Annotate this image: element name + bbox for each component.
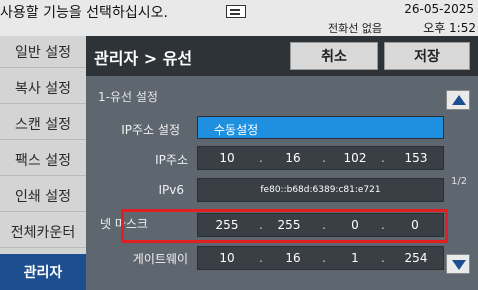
- phone-line-status: 전화선 없음: [328, 22, 383, 35]
- section-title: 1-유선 설정: [98, 90, 158, 104]
- gateway-label: 게이트웨이: [132, 252, 188, 266]
- ip-address-segment[interactable]: 153: [398, 151, 434, 165]
- sidebar-item-copy[interactable]: 복사 설정: [0, 72, 86, 104]
- gateway-segment[interactable]: 254: [398, 251, 434, 265]
- separator-dot: .: [259, 151, 263, 165]
- status-message: 사용할 기능을 선택하십시오.: [0, 5, 168, 21]
- document-queue-icon[interactable]: [226, 5, 246, 18]
- sidebar-item-counter[interactable]: 전체카운터: [0, 216, 86, 248]
- gateway-segment[interactable]: 16: [278, 251, 308, 265]
- sidebar-item-scan[interactable]: 스캔 설정: [0, 108, 86, 140]
- date-display: 26-05-2025: [404, 2, 474, 16]
- ip-address-label: IP주소: [155, 153, 188, 167]
- page-title: 관리자 > 유선: [94, 49, 193, 68]
- gateway-field[interactable]: 10 . 16 . 1 . 254: [197, 246, 444, 270]
- gateway-segment[interactable]: 10: [212, 251, 242, 265]
- ipv6-value: fe80::b68d:6389:c81:e721: [260, 185, 381, 195]
- ip-setting-value: 수동설정: [214, 123, 259, 137]
- ip-address-segment[interactable]: 10: [212, 151, 242, 165]
- sidebar: 일반 설정 복사 설정 스캔 설정 팩스 설정 인쇄 설정 전체카운터 관리자: [0, 36, 86, 290]
- header: 관리자 > 유선 취소 저장: [86, 36, 478, 76]
- ip-setting-label: IP주소 설정: [121, 123, 180, 137]
- ip-address-field[interactable]: 10 . 16 . 102 . 153: [197, 146, 444, 170]
- page-indicator: 1/2: [451, 176, 468, 187]
- separator-dot: .: [322, 251, 326, 265]
- status-bar: 사용할 기능을 선택하십시오. 26-05-2025 전화선 없음 오후 1:5…: [0, 0, 478, 36]
- sidebar-item-general[interactable]: 일반 설정: [0, 36, 86, 68]
- time-display: 오후 1:52: [423, 21, 476, 35]
- separator-dot: .: [381, 251, 385, 265]
- scroll-down-button[interactable]: [446, 254, 470, 274]
- cancel-button[interactable]: 취소: [290, 42, 378, 70]
- ip-address-segment[interactable]: 102: [338, 151, 372, 165]
- ip-setting-select[interactable]: 수동설정: [197, 116, 444, 139]
- netmask-highlight-box: [121, 209, 448, 243]
- gateway-segment[interactable]: 1: [342, 251, 368, 265]
- separator-dot: .: [259, 251, 263, 265]
- ipv6-field: fe80::b68d:6389:c81:e721: [197, 178, 444, 202]
- sidebar-item-admin[interactable]: 관리자: [0, 254, 86, 290]
- main-panel: 관리자 > 유선 취소 저장 1-유선 설정 1/2 IP주소 설정 수동설정 …: [86, 36, 478, 290]
- scroll-up-button[interactable]: [446, 90, 470, 110]
- ip-address-segment[interactable]: 16: [278, 151, 308, 165]
- save-button[interactable]: 저장: [384, 42, 470, 70]
- separator-dot: .: [381, 151, 385, 165]
- ipv6-label: IPv6: [158, 183, 184, 197]
- sidebar-item-print[interactable]: 인쇄 설정: [0, 180, 86, 212]
- separator-dot: .: [322, 151, 326, 165]
- sidebar-item-fax[interactable]: 팩스 설정: [0, 144, 86, 176]
